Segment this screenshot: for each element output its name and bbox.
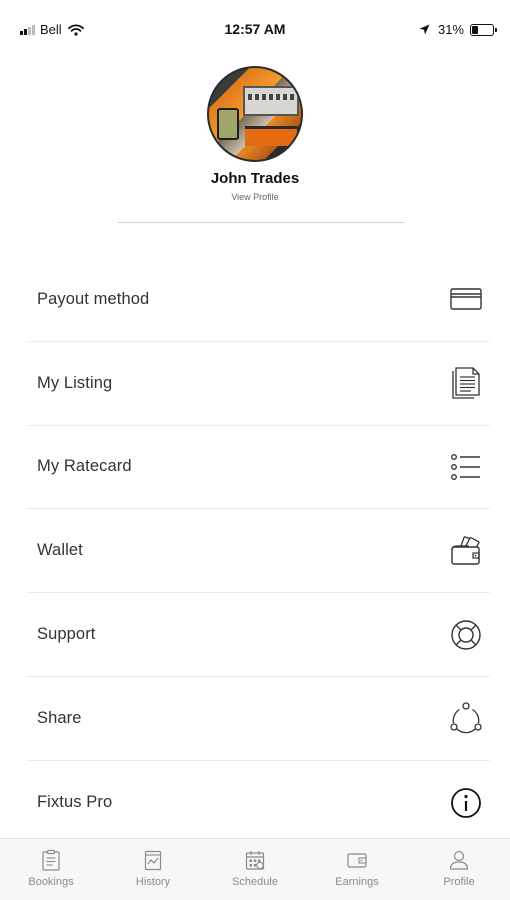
- tab-bookings[interactable]: Bookings: [0, 839, 102, 900]
- tab-earnings[interactable]: Earnings: [306, 839, 408, 900]
- settings-menu: Payout method My Listing My Ratecard Wal…: [26, 258, 490, 845]
- avatar[interactable]: [207, 66, 303, 162]
- menu-item-label: My Ratecard: [37, 457, 132, 476]
- menu-item-fixtus-pro[interactable]: Fixtus Pro: [26, 761, 490, 845]
- menu-item-wallet[interactable]: Wallet: [26, 509, 490, 594]
- info-icon: [448, 785, 484, 821]
- tab-label: Profile: [443, 876, 475, 888]
- calendar-icon: [245, 851, 265, 870]
- status-bar-right: 31%: [419, 22, 497, 37]
- menu-item-my-ratecard[interactable]: My Ratecard: [26, 426, 490, 510]
- credit-card-icon: [448, 281, 484, 317]
- menu-item-label: Fixtus Pro: [37, 793, 113, 812]
- tab-label: Earnings: [335, 876, 379, 888]
- tab-history[interactable]: History: [102, 839, 204, 900]
- view-profile-link[interactable]: View Profile: [0, 192, 510, 202]
- menu-item-share[interactable]: Share: [26, 677, 490, 761]
- location-arrow-icon: [419, 24, 430, 35]
- tab-bar: Bookings History Schedule Earnings Profi…: [0, 838, 510, 900]
- menu-item-label: Share: [37, 708, 82, 727]
- menu-item-label: My Listing: [37, 373, 113, 392]
- menu-item-label: Wallet: [37, 541, 83, 560]
- profile-name: John Trades: [210, 170, 300, 187]
- share-icon: [448, 700, 484, 736]
- person-icon: [449, 850, 469, 870]
- tab-label: Bookings: [28, 876, 74, 888]
- list-icon: [448, 449, 484, 485]
- menu-item-support[interactable]: Support: [26, 593, 490, 677]
- history-icon: [144, 850, 162, 871]
- tab-profile[interactable]: Profile: [408, 839, 510, 900]
- lifebuoy-icon: [448, 617, 484, 653]
- profile-divider: [118, 222, 404, 223]
- battery-icon: [470, 23, 497, 36]
- menu-item-my-listing[interactable]: My Listing: [26, 342, 490, 426]
- tab-label: History: [135, 876, 171, 888]
- status-bar: Bell 12:57 AM 31%: [0, 0, 510, 62]
- menu-item-payout-method[interactable]: Payout method: [26, 258, 490, 342]
- wallet-icon: [347, 853, 367, 868]
- menu-item-label: Payout method: [37, 289, 150, 308]
- wallet-icon: [448, 533, 484, 569]
- profile-header: John Trades View Profile: [0, 66, 510, 202]
- tab-label: Schedule: [232, 876, 278, 888]
- battery-percent: 31%: [437, 22, 464, 37]
- clipboard-icon: [42, 849, 60, 871]
- document-icon: [448, 365, 484, 401]
- tab-schedule[interactable]: Schedule: [204, 839, 306, 900]
- menu-item-label: Support: [37, 625, 96, 644]
